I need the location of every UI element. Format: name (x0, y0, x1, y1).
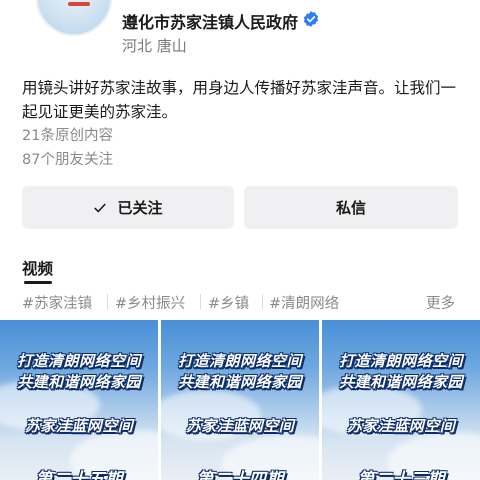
video-title-line: 共建和谐网络家园 (16, 373, 141, 391)
avatar-logo-mark (68, 2, 90, 6)
message-button[interactable]: 私信 (244, 186, 458, 229)
profile-page: 遵化市苏家洼镇人民政府 河北 唐山 用镜头讲好苏家洼故事，用身边人传播好苏家洼声… (0, 0, 480, 480)
video-thumbnail[interactable]: 打造清朗网络空间 共建和谐网络家园 苏家洼蓝网空间 第二十三期 (322, 320, 480, 480)
profile-bio: 用镜头讲好苏家洼故事，用身边人传播好苏家洼声音。让我们一起见证更美的苏家洼。 (22, 79, 457, 121)
active-tab-indicator (24, 281, 52, 284)
video-subtitle: 苏家洼蓝网空间 (185, 417, 295, 435)
following-button-label: 已关注 (117, 199, 163, 217)
video-title-line: 共建和谐网络家园 (338, 373, 463, 391)
video-title-line: 打造清朗网络空间 (338, 352, 463, 370)
account-name: 遵化市苏家洼镇人民政府 (122, 13, 299, 32)
message-button-label: 私信 (335, 199, 366, 217)
verified-badge-icon (303, 11, 319, 27)
friends-following-count[interactable]: 87个朋友关注 (22, 148, 113, 169)
divider (200, 294, 201, 309)
video-thumbnail[interactable]: 打造清朗网络空间 共建和谐网络家园 苏家洼蓝网空间 第二十五期 (0, 320, 158, 480)
avatar[interactable] (36, 0, 112, 36)
video-episode: 第二十三期 (357, 470, 445, 480)
video-episode: 第二十四期 (196, 470, 284, 480)
video-title-line: 打造清朗网络空间 (177, 352, 302, 370)
check-icon (94, 203, 107, 212)
divider (107, 294, 108, 309)
more-tags-link[interactable]: 更多 (426, 292, 455, 313)
location-text: 河北 唐山 (122, 37, 187, 55)
tab-video[interactable]: 视频 (22, 257, 53, 279)
following-button[interactable]: 已关注 (22, 186, 234, 229)
video-thumbnail[interactable]: 打造清朗网络空间 共建和谐网络家园 苏家洼蓝网空间 第二十四期 (161, 320, 319, 480)
video-episode: 第二十五期 (35, 470, 123, 480)
video-title-line: 打造清朗网络空间 (16, 352, 141, 370)
hashtag-item[interactable]: #乡村振兴 (115, 292, 185, 313)
video-subtitle: 苏家洼蓝网空间 (346, 417, 456, 435)
video-subtitle: 苏家洼蓝网空间 (24, 417, 134, 435)
hashtag-item[interactable]: #苏家洼镇 (22, 292, 92, 313)
divider (262, 294, 263, 309)
original-works-count[interactable]: 21条原创内容 (22, 124, 113, 145)
hashtag-item[interactable]: #清朗网络 (269, 292, 339, 313)
video-title-line: 共建和谐网络家园 (177, 373, 302, 391)
hashtag-item[interactable]: #乡镇 (208, 292, 249, 313)
